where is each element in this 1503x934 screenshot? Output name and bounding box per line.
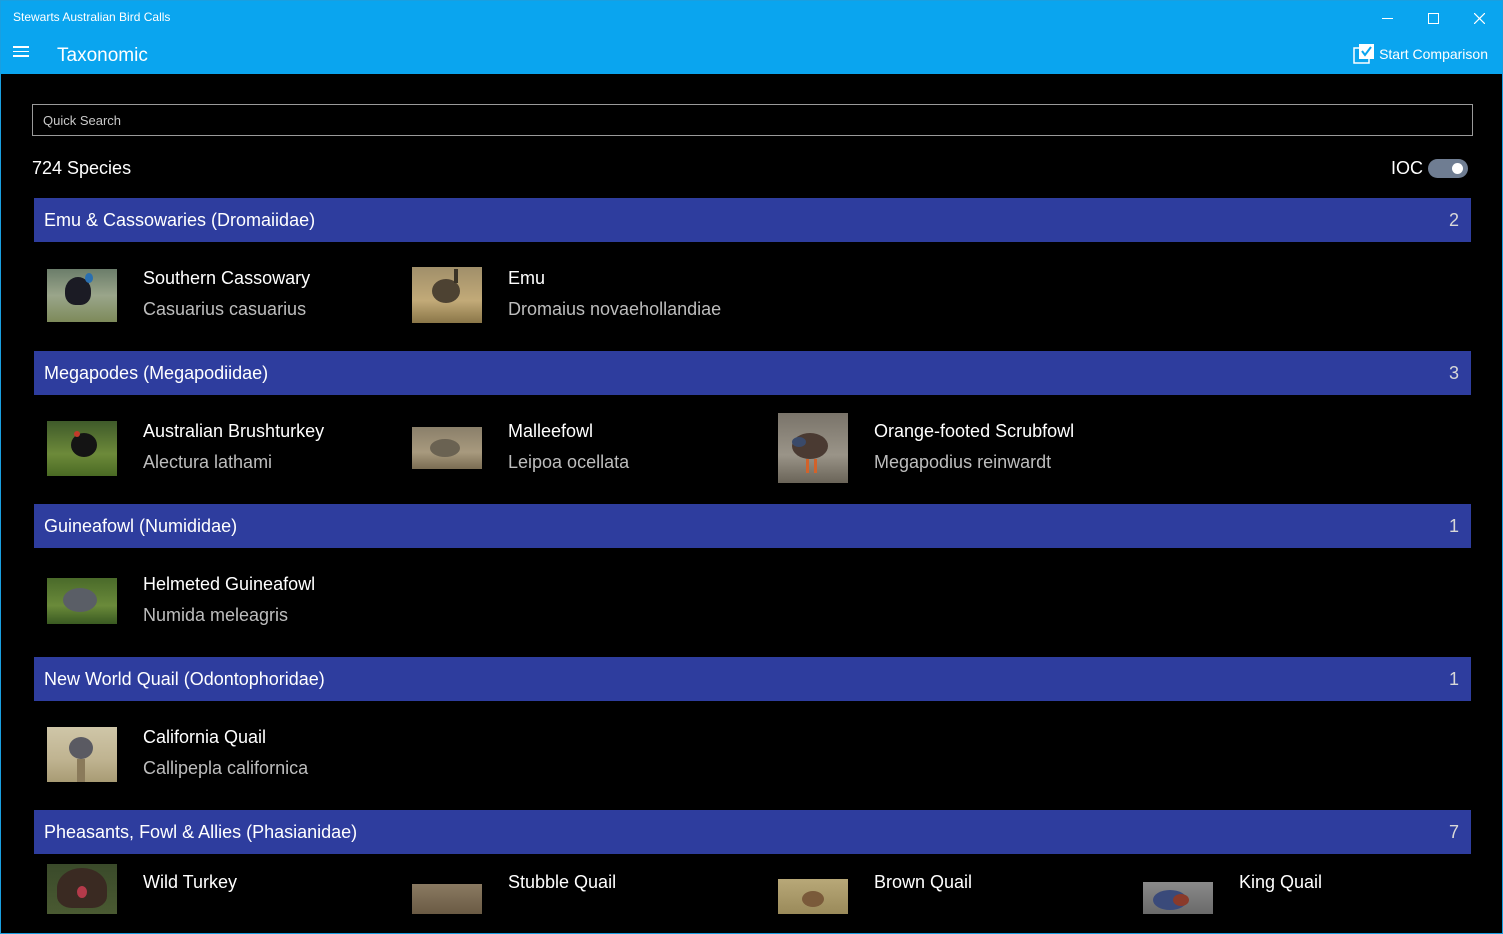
minimize-icon bbox=[1381, 17, 1393, 19]
species-name: King Quail bbox=[1239, 872, 1323, 892]
maximize-button[interactable] bbox=[1410, 1, 1456, 35]
species-scientific-name: Leipoa ocellata bbox=[508, 452, 630, 472]
species-scientific-name: Casuarius casuarius bbox=[143, 299, 307, 319]
species-name: Australian Brushturkey bbox=[143, 421, 325, 441]
group-count: 1 bbox=[1448, 515, 1459, 536]
species-name: Helmeted Guineafowl bbox=[143, 574, 316, 594]
species-name: Wild Turkey bbox=[143, 872, 238, 892]
toggle-knob bbox=[1452, 163, 1463, 174]
species-scientific-name: Callipepla californica bbox=[143, 758, 309, 778]
bird-thumbnail bbox=[47, 413, 117, 483]
bird-thumbnail bbox=[778, 413, 848, 483]
group-title: New World Quail (Odontophoridae) bbox=[44, 668, 325, 689]
bird-thumbnail bbox=[412, 413, 482, 483]
start-comparison-button[interactable]: Start Comparison bbox=[1353, 41, 1488, 67]
species-count: 724 Species bbox=[32, 158, 132, 178]
group-header[interactable]: Megapodes (Megapodiidae) 3 bbox=[34, 351, 1471, 395]
maximize-icon bbox=[1427, 12, 1439, 24]
group-title: Guineafowl (Numididae) bbox=[44, 515, 238, 536]
bird-thumbnail bbox=[1143, 864, 1213, 933]
hamburger-menu-button[interactable] bbox=[13, 43, 33, 63]
species-item[interactable]: Stubble Quail bbox=[412, 864, 762, 933]
start-comparison-label: Start Comparison bbox=[1379, 46, 1488, 62]
species-item[interactable]: Australian Brushturkey Alectura lathami bbox=[47, 413, 397, 483]
bird-thumbnail bbox=[412, 260, 482, 330]
species-name: Malleefowl bbox=[508, 421, 594, 441]
app-title: Stewarts Australian Bird Calls bbox=[13, 10, 171, 24]
close-button[interactable] bbox=[1456, 1, 1502, 35]
species-name: Emu bbox=[508, 268, 546, 288]
group-count: 1 bbox=[1448, 668, 1459, 689]
quick-search-input[interactable] bbox=[32, 104, 1473, 136]
group-title: Megapodes (Megapodiidae) bbox=[44, 362, 269, 383]
main-content: 724 Species IOC Emu & Cassowaries (Droma… bbox=[1, 74, 1502, 933]
group-header[interactable]: Pheasants, Fowl & Allies (Phasianidae) 7 bbox=[34, 810, 1471, 854]
species-item[interactable]: Helmeted Guineafowl Numida meleagris bbox=[47, 566, 397, 636]
minimize-button[interactable] bbox=[1364, 1, 1410, 35]
bird-thumbnail bbox=[412, 864, 482, 933]
species-scientific-name: Megapodius reinwardt bbox=[874, 452, 1052, 472]
close-icon bbox=[1473, 12, 1485, 24]
species-item[interactable]: Wild Turkey bbox=[47, 864, 397, 933]
group-count: 7 bbox=[1448, 821, 1459, 842]
app-header: Taxonomic Start Comparison bbox=[1, 35, 1502, 74]
group-count: 2 bbox=[1448, 209, 1459, 230]
species-scientific-name: Alectura lathami bbox=[143, 452, 273, 472]
group-title: Pheasants, Fowl & Allies (Phasianidae) bbox=[44, 821, 358, 842]
species-name: Brown Quail bbox=[874, 872, 973, 892]
species-item[interactable]: Malleefowl Leipoa ocellata bbox=[412, 413, 762, 483]
title-bar: Stewarts Australian Bird Calls bbox=[1, 1, 1502, 35]
species-scientific-name: Numida meleagris bbox=[143, 605, 289, 625]
species-item[interactable]: Emu Dromaius novaehollandiae bbox=[412, 260, 762, 330]
bird-thumbnail bbox=[47, 719, 117, 789]
species-item[interactable]: King Quail bbox=[1143, 864, 1493, 933]
species-item[interactable]: Brown Quail bbox=[778, 864, 1128, 933]
species-scientific-name: Dromaius novaehollandiae bbox=[508, 299, 722, 319]
species-item[interactable]: California Quail Callipepla californica bbox=[47, 719, 397, 789]
species-item[interactable]: Orange-footed Scrubfowl Megapodius reinw… bbox=[778, 413, 1128, 483]
species-name: Southern Cassowary bbox=[143, 268, 311, 288]
app-window: Stewarts Australian Bird Calls Taxonomic… bbox=[0, 0, 1503, 934]
bird-thumbnail bbox=[778, 864, 848, 933]
group-header[interactable]: Guineafowl (Numididae) 1 bbox=[34, 504, 1471, 548]
group-header[interactable]: New World Quail (Odontophoridae) 1 bbox=[34, 657, 1471, 701]
bird-thumbnail bbox=[47, 260, 117, 330]
species-name: California Quail bbox=[143, 727, 267, 747]
ioc-toggle[interactable] bbox=[1428, 159, 1468, 178]
species-name: Stubble Quail bbox=[508, 872, 617, 892]
bird-thumbnail bbox=[47, 566, 117, 636]
group-count: 3 bbox=[1448, 362, 1459, 383]
checkbox-icon bbox=[1353, 44, 1375, 64]
species-name: Orange-footed Scrubfowl bbox=[874, 421, 1075, 441]
page-title: Taxonomic bbox=[57, 45, 148, 66]
group-title: Emu & Cassowaries (Dromaiidae) bbox=[44, 209, 316, 230]
species-item[interactable]: Southern Cassowary Casuarius casuarius bbox=[47, 260, 397, 330]
bird-thumbnail bbox=[47, 864, 117, 933]
hamburger-icon bbox=[13, 46, 29, 48]
group-header[interactable]: Emu & Cassowaries (Dromaiidae) 2 bbox=[34, 198, 1471, 242]
ioc-label: IOC bbox=[1391, 158, 1424, 178]
